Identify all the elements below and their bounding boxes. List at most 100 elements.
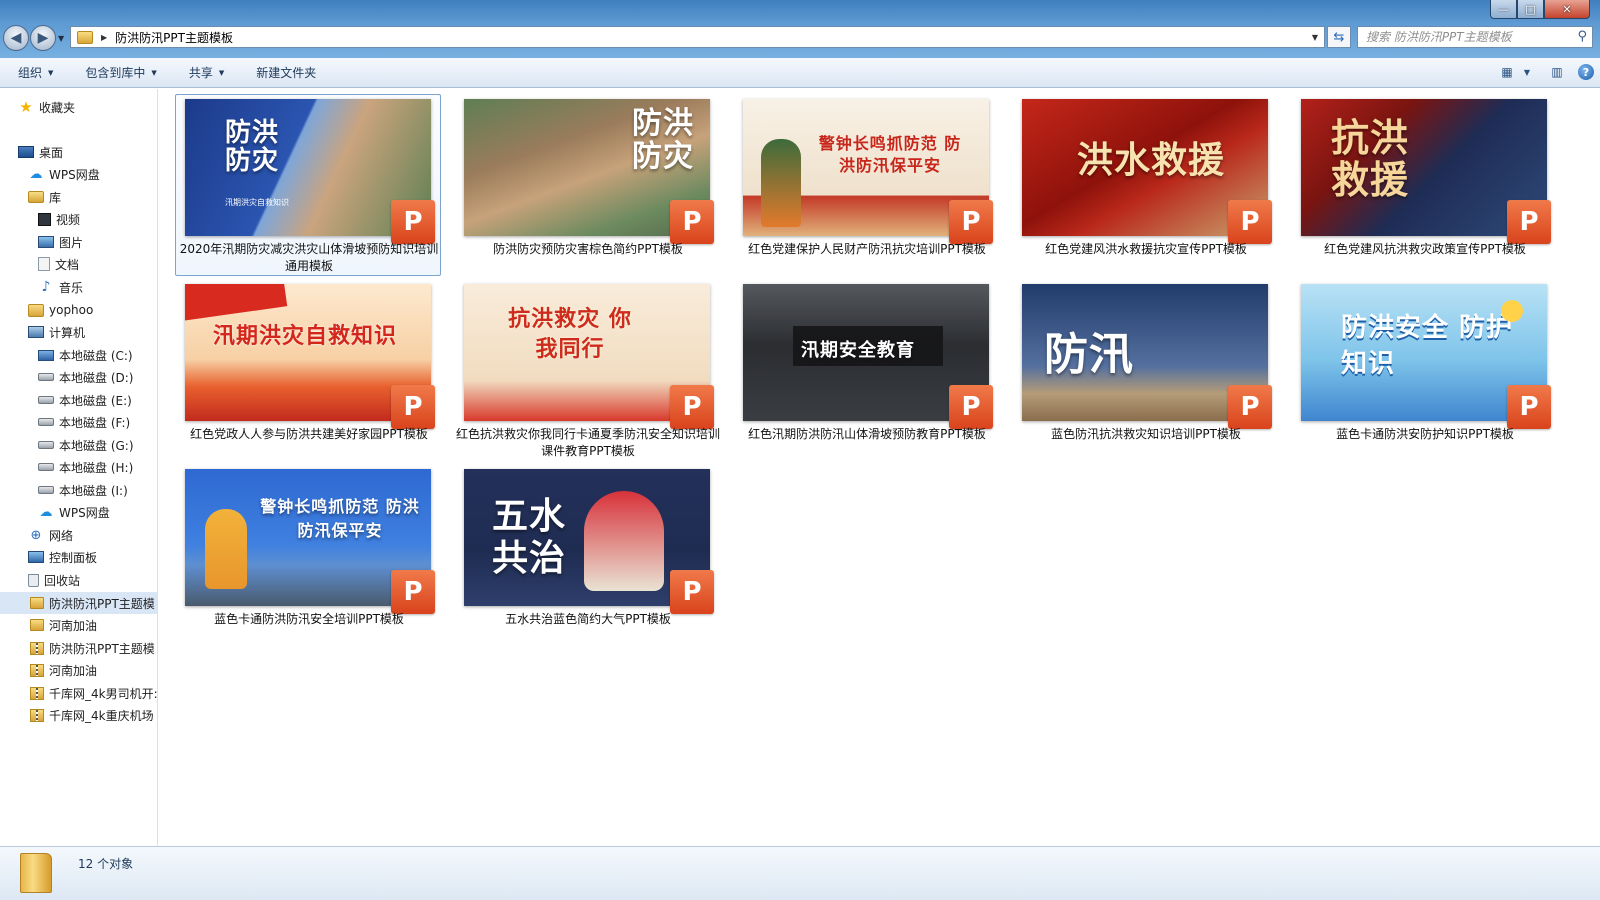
help-icon[interactable]: ? — [1578, 64, 1594, 80]
system-disk-icon — [38, 349, 54, 361]
file-tile[interactable]: 抗洪救灾 你我同行 P 红色抗洪救灾你我同行卡通夏季防汛安全知识培训课件教育PP… — [454, 279, 720, 461]
file-tile[interactable]: 汛期安全教育 P 红色汛期防洪防汛山体滑坡预防教育PPT模板 — [733, 279, 999, 461]
close-button[interactable]: ✕ — [1544, 0, 1590, 19]
sidebar-item-videos[interactable]: 视频 — [38, 208, 80, 230]
file-tile[interactable]: 防汛 P 蓝色防汛抗洪救灾知识培训PPT模板 — [1012, 279, 1278, 461]
sidebar-item-wps-cloud[interactable]: ☁ WPS网盘 — [28, 163, 100, 185]
disk-icon — [38, 373, 54, 381]
minimize-button[interactable]: — — [1490, 0, 1517, 19]
sidebar-item-libraries[interactable]: 库 — [28, 186, 61, 208]
sidebar-item-music[interactable]: ♪ 音乐 — [38, 276, 83, 298]
sidebar-item-computer[interactable]: 计算机 — [28, 321, 85, 343]
control-panel-icon — [28, 551, 44, 563]
search-box[interactable]: ⚲ — [1357, 26, 1593, 48]
chevron-down-icon: ▼ — [218, 68, 225, 77]
sidebar-item-zip-airport[interactable]: 千库网_4k重庆机场 — [30, 704, 154, 726]
sidebar-item-label: 河南加油 — [49, 663, 98, 678]
thumbnail-title: 抗洪救灾 你我同行 — [508, 306, 632, 362]
sidebar-item-disk-d[interactable]: 本地磁盘 (D:) — [38, 366, 133, 388]
zip-icon — [30, 708, 44, 722]
disk-icon — [38, 396, 54, 404]
sidebar-item-label: 本地磁盘 (D:) — [59, 370, 134, 385]
sidebar-item-label: WPS网盘 — [49, 167, 100, 182]
sidebar-item-label: 防洪防汛PPT主题模 — [49, 596, 155, 611]
sidebar-item-disk-h[interactable]: 本地磁盘 (H:) — [38, 456, 133, 478]
organize-label: 组织 — [18, 66, 43, 80]
forward-button[interactable]: ▶ — [30, 25, 56, 51]
new-folder-button[interactable]: 新建文件夹 — [238, 64, 330, 81]
folder-icon — [30, 597, 44, 609]
file-tile[interactable]: 抗洪救援 P 红色党建风抗洪救灾政策宣传PPT模板 — [1291, 94, 1557, 276]
thumbnail-title: 汛期洪灾自救知识 — [213, 323, 398, 349]
thumbnail-subtitle: 汛期洪灾自救知识 — [225, 198, 289, 207]
sidebar-item-user[interactable]: yophoo — [28, 299, 93, 321]
sidebar-item-folder-henan[interactable]: 河南加油 — [30, 614, 97, 636]
file-name: 防洪防灾预防灾害棕色简约PPT模板 — [493, 242, 683, 256]
change-view-icon[interactable]: ▦ — [1498, 64, 1516, 80]
sidebar-item-zip-henan[interactable]: 河南加油 — [30, 659, 97, 681]
sidebar-item-zip-flood[interactable]: 防洪防汛PPT主题模 — [30, 637, 155, 659]
sidebar-item-disk-e[interactable]: 本地磁盘 (E:) — [38, 389, 132, 411]
sidebar-item-label: 计算机 — [49, 325, 86, 340]
sidebar-item-disk-c[interactable]: 本地磁盘 (C:) — [38, 344, 133, 366]
sidebar-item-wps-cloud-2[interactable]: ☁ WPS网盘 — [38, 501, 110, 523]
file-tile[interactable]: 汛期洪灾自救知识 P 红色党政人人参与防洪共建美好家园PPT模板 — [175, 279, 441, 461]
view-dropdown-icon[interactable]: ▼ — [1518, 64, 1536, 80]
zip-icon — [30, 686, 44, 700]
thumbnail-title: 抗洪救援 — [1331, 115, 1410, 202]
user-folder-icon — [28, 303, 44, 317]
ppt-file-icon: P — [670, 570, 714, 614]
item-count: 12 个对象 — [78, 857, 134, 871]
file-name: 蓝色防汛抗洪救灾知识培训PPT模板 — [1051, 427, 1241, 441]
file-tile[interactable]: 防洪防灾 P 防洪防灾预防灾害棕色简约PPT模板 — [454, 94, 720, 276]
sidebar-item-disk-g[interactable]: 本地磁盘 (G:) — [38, 434, 134, 456]
sidebar-item-control-panel[interactable]: 控制面板 — [28, 546, 97, 568]
new-folder-label: 新建文件夹 — [256, 66, 317, 80]
address-bar[interactable]: ▶ 防洪防汛PPT主题模板 ▼ — [70, 26, 1325, 48]
ppt-file-icon: P — [670, 200, 714, 244]
file-tile[interactable]: 防洪安全 防护知识 P 蓝色卡通防洪安防护知识PPT模板 — [1291, 279, 1557, 461]
share-label: 共享 — [188, 66, 213, 80]
sidebar-item-label: 千库网_4k男司机开: — [49, 686, 158, 701]
file-tile[interactable]: 洪水救援 P 红色党建风洪水救援抗灾宣传PPT模板 — [1012, 94, 1278, 276]
sidebar-item-network[interactable]: ⊕ 网络 — [28, 524, 73, 546]
file-tile[interactable]: 警钟长鸣抓防范 防洪防汛保平安 P 红色党建保护人民财产防汛抗灾培训PPT模板 — [733, 94, 999, 276]
file-tile[interactable]: 警钟长鸣抓防范 防洪防汛保平安 P 蓝色卡通防洪防汛安全培训PPT模板 — [175, 464, 441, 646]
breadcrumb-current[interactable]: 防洪防汛PPT主题模板 — [115, 29, 233, 46]
sidebar-item-label: 河南加油 — [49, 618, 98, 633]
window-controls: — □ ✕ — [1490, 0, 1590, 19]
search-icon[interactable]: ⚲ — [1577, 29, 1587, 44]
sidebar-item-favorites[interactable]: ★ 收藏夹 — [18, 96, 75, 118]
sidebar-item-disk-f[interactable]: 本地磁盘 (F:) — [38, 411, 130, 433]
sidebar-item-current-folder[interactable]: 防洪防汛PPT主题模 — [0, 592, 157, 614]
recent-pages-dropdown[interactable]: ▼ — [58, 34, 64, 43]
sidebar-item-desktop[interactable]: 桌面 — [18, 141, 63, 163]
details-pane: 12 个对象 — [0, 846, 1600, 900]
disk-icon — [38, 463, 54, 471]
sidebar-item-documents[interactable]: 文档 — [38, 253, 79, 275]
recycle-bin-icon — [28, 573, 39, 587]
thumbnail-title: 防汛 — [1044, 329, 1134, 380]
desktop-icon — [18, 146, 34, 158]
file-tile[interactable]: 五水共治 P 五水共治蓝色简约大气PPT模板 — [454, 464, 720, 646]
sidebar-item-disk-i[interactable]: 本地磁盘 (I:) — [38, 479, 128, 501]
back-button[interactable]: ◀ — [3, 25, 29, 51]
share-menu[interactable]: 共享 ▼ — [171, 64, 238, 81]
ppt-file-icon: P — [1228, 385, 1272, 429]
organize-menu[interactable]: 组织 ▼ — [0, 64, 67, 81]
sidebar-item-label: 防洪防汛PPT主题模 — [49, 641, 155, 656]
include-in-library-menu[interactable]: 包含到库中 ▼ — [67, 64, 170, 81]
breadcrumb-separator-icon[interactable]: ▶ — [101, 33, 107, 42]
sidebar-item-recycle-bin[interactable]: 回收站 — [28, 569, 80, 591]
sidebar-item-zip-driver[interactable]: 千库网_4k男司机开: — [30, 682, 158, 704]
file-list: 防洪防灾 汛期洪灾自救知识 P 2020年汛期防灾减灾洪灾山体滑坡预防知识培训通… — [159, 89, 1600, 846]
preview-pane-icon[interactable]: ▥ — [1548, 64, 1566, 80]
address-dropdown-icon[interactable]: ▼ — [1312, 33, 1318, 42]
file-tile[interactable]: 防洪防灾 汛期洪灾自救知识 P 2020年汛期防灾减灾洪灾山体滑坡预防知识培训通… — [175, 94, 441, 276]
ppt-file-icon: P — [1507, 200, 1551, 244]
search-input[interactable] — [1358, 27, 1558, 47]
maximize-button[interactable]: □ — [1517, 0, 1544, 19]
sidebar-item-pictures[interactable]: 图片 — [38, 231, 83, 253]
refresh-button[interactable]: ⇆ — [1327, 26, 1351, 48]
include-in-library-label: 包含到库中 — [85, 66, 146, 80]
